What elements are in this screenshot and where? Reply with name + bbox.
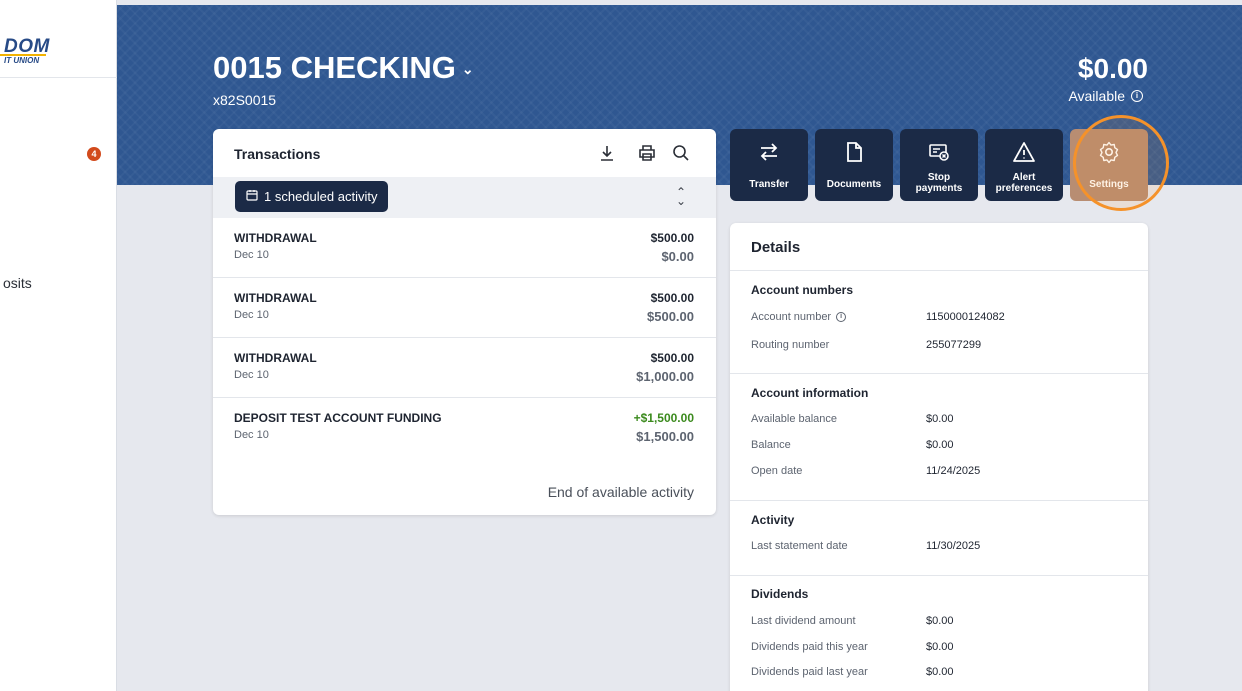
info-icon[interactable]: i — [836, 312, 847, 322]
stop-payments-label-line2: payments — [915, 183, 963, 194]
last-dividend-label: Last dividend amount — [751, 615, 856, 627]
sidebar-item-deposits[interactable]: osits — [3, 275, 32, 291]
chevron-down-icon: ⌄ — [461, 60, 474, 77]
stop-payments-label-line1: Stop — [927, 172, 951, 183]
transaction-date: Dec 10 — [234, 249, 269, 261]
account-number-value: 1150000124082 — [926, 311, 1005, 323]
transaction-running-balance: $500.00 — [647, 309, 694, 324]
account-number-masked: x82S0015 — [213, 92, 277, 108]
logo-subtext: IT UNION — [4, 56, 40, 65]
stop-payments-label: Stop payments — [900, 172, 978, 194]
transaction-date: Dec 10 — [234, 309, 269, 321]
divider — [730, 500, 1148, 501]
print-icon[interactable] — [637, 143, 657, 163]
transaction-description: WITHDRAWAL — [234, 351, 317, 365]
alert-icon — [1013, 142, 1035, 162]
transaction-amount: $500.00 — [650, 231, 694, 245]
transaction-date: Dec 10 — [234, 369, 269, 381]
last-statement-label: Last statement date — [751, 540, 848, 552]
download-icon[interactable] — [597, 143, 617, 163]
info-icon[interactable]: i — [1131, 90, 1143, 102]
transaction-row[interactable]: DEPOSIT TEST ACCOUNT FUNDING Dec 10 +$1,… — [213, 398, 716, 458]
transaction-running-balance: $0.00 — [661, 249, 694, 264]
alert-preferences-label-line2: preferences — [995, 183, 1053, 194]
transaction-row[interactable]: WITHDRAWAL Dec 10 $500.00 $0.00 — [213, 218, 716, 278]
available-balance-value: $0.00 — [926, 413, 954, 425]
divider — [730, 270, 1148, 271]
balance-label: Balance — [751, 439, 791, 451]
transactions-card: Transactions 1 scheduled activity ⌃ ⌄ WIT… — [213, 129, 716, 515]
calendar-icon — [246, 189, 258, 204]
transfer-icon — [760, 143, 778, 161]
account-selector[interactable]: 0015 CHECKING ⌄ — [213, 50, 474, 86]
account-number-label-text: Account number — [751, 311, 832, 323]
transactions-header: Transactions — [213, 129, 716, 177]
divider — [730, 575, 1148, 576]
account-title: 0015 CHECKING — [213, 50, 456, 85]
transaction-date: Dec 10 — [234, 429, 269, 441]
transaction-amount: $500.00 — [650, 351, 694, 365]
dividends-this-year-value: $0.00 — [926, 641, 954, 653]
end-of-activity-text: End of available activity — [547, 484, 694, 500]
last-statement-value: 11/30/2025 — [926, 540, 981, 552]
transaction-description: WITHDRAWAL — [234, 291, 317, 305]
settings-highlight-ring — [1073, 115, 1169, 211]
available-balance-amount: $0.00 — [1077, 53, 1148, 84]
sidebar: DOM IT UNION 4 osits — [0, 0, 117, 691]
available-label-text: Available — [1068, 88, 1125, 104]
dividends-this-year-label: Dividends paid this year — [751, 641, 868, 653]
stop-payment-icon — [929, 144, 949, 161]
transfer-button[interactable]: Transfer — [730, 129, 808, 201]
account-number-label: Account number i — [751, 311, 847, 323]
balance-value: $0.00 — [926, 439, 954, 451]
activity-heading: Activity — [751, 513, 795, 527]
documents-button[interactable]: Documents — [815, 129, 893, 201]
available-balance-label: Available balance — [751, 413, 838, 425]
transaction-running-balance: $1,000.00 — [636, 369, 694, 384]
stop-payments-button[interactable]: Stop payments — [900, 129, 978, 201]
notification-badge: 4 — [87, 147, 101, 161]
dividends-heading: Dividends — [751, 587, 809, 601]
transactions-title: Transactions — [234, 146, 321, 162]
transaction-description: DEPOSIT TEST ACCOUNT FUNDING — [234, 411, 442, 425]
alert-preferences-label-line1: Alert — [1012, 172, 1036, 183]
transfer-label: Transfer — [749, 179, 789, 190]
open-date-label: Open date — [751, 465, 803, 477]
transaction-running-balance: $1,500.00 — [636, 429, 694, 444]
alert-preferences-label: Alert preferences — [985, 172, 1063, 194]
transaction-row[interactable]: WITHDRAWAL Dec 10 $500.00 $500.00 — [213, 278, 716, 338]
open-date-value: 11/24/2025 — [926, 465, 981, 477]
divider — [730, 373, 1148, 374]
details-card: Details Account numbers Account number i… — [730, 223, 1148, 691]
transaction-row[interactable]: WITHDRAWAL Dec 10 $500.00 $1,000.00 — [213, 338, 716, 398]
scheduled-activity-button[interactable]: 1 scheduled activity — [235, 181, 389, 212]
transaction-description: WITHDRAWAL — [234, 231, 317, 245]
transaction-amount: +$1,500.00 — [633, 411, 694, 425]
last-dividend-value: $0.00 — [926, 615, 954, 627]
routing-number-label: Routing number — [751, 339, 830, 351]
document-icon — [847, 142, 862, 162]
search-icon[interactable] — [671, 143, 691, 163]
account-information-heading: Account information — [751, 386, 869, 400]
routing-number-value: 255077299 — [926, 339, 982, 351]
sort-icon[interactable]: ⌃ ⌄ — [676, 186, 686, 207]
documents-label: Documents — [826, 179, 882, 190]
scheduled-activity-bar: 1 scheduled activity ⌃ ⌄ — [213, 177, 716, 218]
details-title: Details — [751, 239, 801, 256]
dividends-last-year-value: $0.00 — [926, 666, 954, 678]
transaction-amount: $500.00 — [650, 291, 694, 305]
account-numbers-heading: Account numbers — [751, 283, 854, 297]
logo[interactable]: DOM IT UNION — [0, 30, 117, 78]
dividends-last-year-label: Dividends paid last year — [751, 666, 868, 678]
scheduled-activity-label: 1 scheduled activity — [264, 189, 378, 204]
available-label: Available i — [1068, 88, 1143, 104]
alert-preferences-button[interactable]: Alert preferences — [985, 129, 1063, 201]
